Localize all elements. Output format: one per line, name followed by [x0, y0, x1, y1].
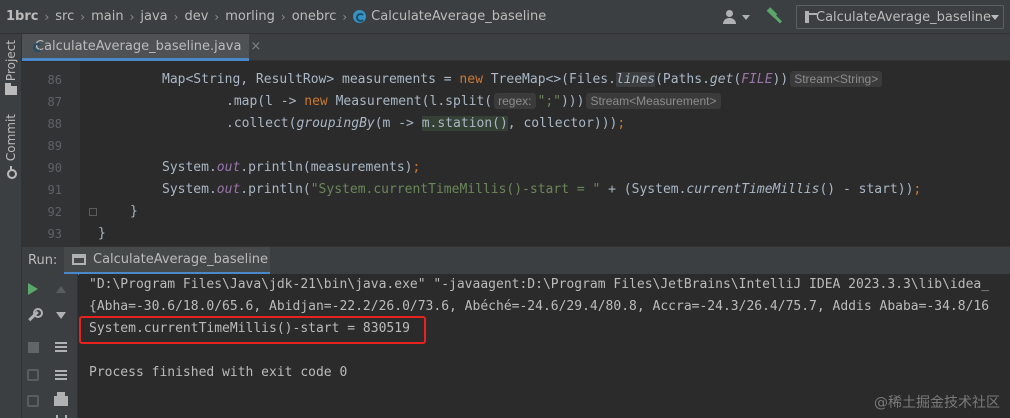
- type-hint: Stream<Measurement>: [586, 93, 721, 109]
- parameter-hint: regex:: [494, 93, 536, 109]
- code-line-92: }: [130, 204, 138, 219]
- line-gutter: 86 87 88 89 90 91 92 93: [22, 62, 80, 246]
- tab-label: CalculateAverage_baseline.java: [35, 38, 242, 54]
- breadcrumb-main[interactable]: main: [91, 0, 123, 34]
- stop-button[interactable]: [22, 336, 44, 358]
- folder-icon: [5, 83, 17, 96]
- rerun-button[interactable]: [22, 278, 44, 300]
- fold-marker[interactable]: [89, 208, 97, 216]
- watermark: @稀土掘金技术社区: [874, 392, 1000, 412]
- print-button[interactable]: [50, 390, 72, 412]
- breadcrumb-separator: ›: [280, 9, 286, 24]
- application-icon: [72, 254, 86, 265]
- code-editor[interactable]: 86 87 88 89 90 91 92 93 Map<String, Resu…: [22, 62, 1010, 246]
- code-line-93: }: [98, 226, 106, 241]
- camera-icon: [27, 369, 39, 381]
- left-tool-strip: Project Commit: [0, 34, 22, 418]
- code-line-87: .map(l -> new Measurement(l.split(regex:…: [226, 91, 723, 113]
- build-hammer-icon[interactable]: [764, 7, 783, 26]
- run-panel-header: Run: CalculateAverage_baseline: [22, 246, 1010, 275]
- line-number: 90: [47, 161, 62, 175]
- run-toolbar-primary: [22, 274, 44, 418]
- navigation-bar: 1brc › src › main › java › dev › morling › one…: [0, 0, 1010, 34]
- stop-icon: [27, 341, 39, 353]
- navbar-actions: CalculateAverage_baseline: [722, 4, 1004, 30]
- breadcrumb-separator: ›: [342, 9, 348, 24]
- breadcrumb-class[interactable]: CalculateAverage_baseline: [353, 0, 546, 34]
- tab-calculate-average-baseline[interactable]: CalculateAverage_baseline.java ×: [22, 34, 261, 61]
- code-line-90: System.out.println(measurements);: [162, 160, 421, 175]
- breadcrumb-separator: ›: [129, 9, 135, 24]
- scroll-up-button[interactable]: [50, 278, 72, 300]
- clear-button[interactable]: [50, 410, 72, 418]
- chevron-down-icon: [991, 14, 1000, 20]
- breadcrumb-morling[interactable]: morling: [225, 0, 275, 34]
- screenshot-button[interactable]: [22, 390, 44, 412]
- project-tool-label: Project: [4, 40, 18, 82]
- run-tab[interactable]: CalculateAverage_baseline: [64, 247, 270, 275]
- line-number: 91: [47, 183, 62, 197]
- console-line: {Abha=-30.6/18.0/65.6, Abidjan=-22.2/26.…: [89, 299, 990, 314]
- code-line-88: .collect(groupingBy(m -> m.station(), co…: [226, 116, 626, 131]
- breadcrumb-separator: ›: [44, 9, 50, 24]
- editor-tab-bar: CalculateAverage_baseline.java ×: [22, 34, 1010, 61]
- code-line-86: Map<String, ResultRow> measurements = ne…: [162, 69, 884, 91]
- user-icon[interactable]: [722, 9, 738, 25]
- line-number: 88: [47, 117, 62, 131]
- run-toolbar-secondary: [44, 274, 78, 418]
- line-number: 93: [47, 227, 62, 241]
- type-hint: Stream<String>: [790, 71, 883, 87]
- arrow-up-icon: [56, 285, 66, 293]
- chevron-down-icon[interactable]: [742, 14, 750, 20]
- breadcrumb-separator: ›: [173, 9, 179, 24]
- soft-wrap-icon: [55, 342, 67, 352]
- project-tool-tab[interactable]: Project: [0, 40, 22, 96]
- breadcrumb-separator: ›: [80, 9, 86, 24]
- run-configuration-select[interactable]: CalculateAverage_baseline: [796, 5, 1004, 29]
- run-configuration-label: CalculateAverage_baseline: [816, 9, 992, 25]
- scroll-down-button[interactable]: [50, 304, 72, 326]
- arrow-down-icon: [56, 311, 66, 319]
- camera-icon: [27, 395, 39, 407]
- breadcrumb-src[interactable]: src: [55, 0, 74, 34]
- wrench-icon: [26, 308, 43, 322]
- run-tab-label: CalculateAverage_baseline: [93, 252, 269, 267]
- play-icon: [28, 283, 38, 295]
- breadcrumb-class-label: CalculateAverage_baseline: [371, 9, 547, 24]
- soft-wrap-button[interactable]: [50, 336, 72, 358]
- breadcrumb-1brc[interactable]: 1brc: [6, 0, 38, 34]
- breadcrumb-dev[interactable]: dev: [184, 0, 208, 34]
- breadcrumb-separator: ›: [214, 9, 220, 24]
- print-icon: [54, 392, 68, 406]
- breadcrumb-java[interactable]: java: [140, 0, 167, 34]
- dump-threads-button[interactable]: [22, 364, 44, 386]
- run-label: Run:: [28, 253, 58, 268]
- console-line: "D:\Program Files\Java\jdk-21\bin\java.e…: [89, 277, 990, 292]
- highlight-annotation-box: [79, 316, 426, 344]
- line-number: 87: [47, 95, 62, 109]
- commit-icon: [5, 166, 17, 180]
- console-output[interactable]: "D:\Program Files\Java\jdk-21\bin\java.e…: [79, 274, 1010, 418]
- console-line: Process finished with exit code 0: [89, 365, 348, 380]
- line-number: 86: [47, 73, 62, 87]
- code-line-91: System.out.println("System.currentTimeMi…: [162, 182, 922, 197]
- close-icon[interactable]: ×: [250, 39, 261, 54]
- scroll-to-end-button[interactable]: [50, 364, 72, 386]
- line-number: 92: [47, 205, 62, 219]
- java-class-icon: [353, 10, 367, 23]
- line-number: 89: [47, 139, 62, 153]
- commit-tool-tab[interactable]: Commit: [0, 114, 22, 180]
- watermark-text: @稀土掘金技术社区: [874, 395, 1000, 411]
- commit-tool-label: Commit: [4, 114, 18, 162]
- breadcrumb-onebrc[interactable]: onebrc: [292, 0, 337, 34]
- scroll-end-icon: [55, 370, 67, 380]
- modify-config-button[interactable]: [22, 304, 44, 326]
- application-icon: [805, 11, 817, 23]
